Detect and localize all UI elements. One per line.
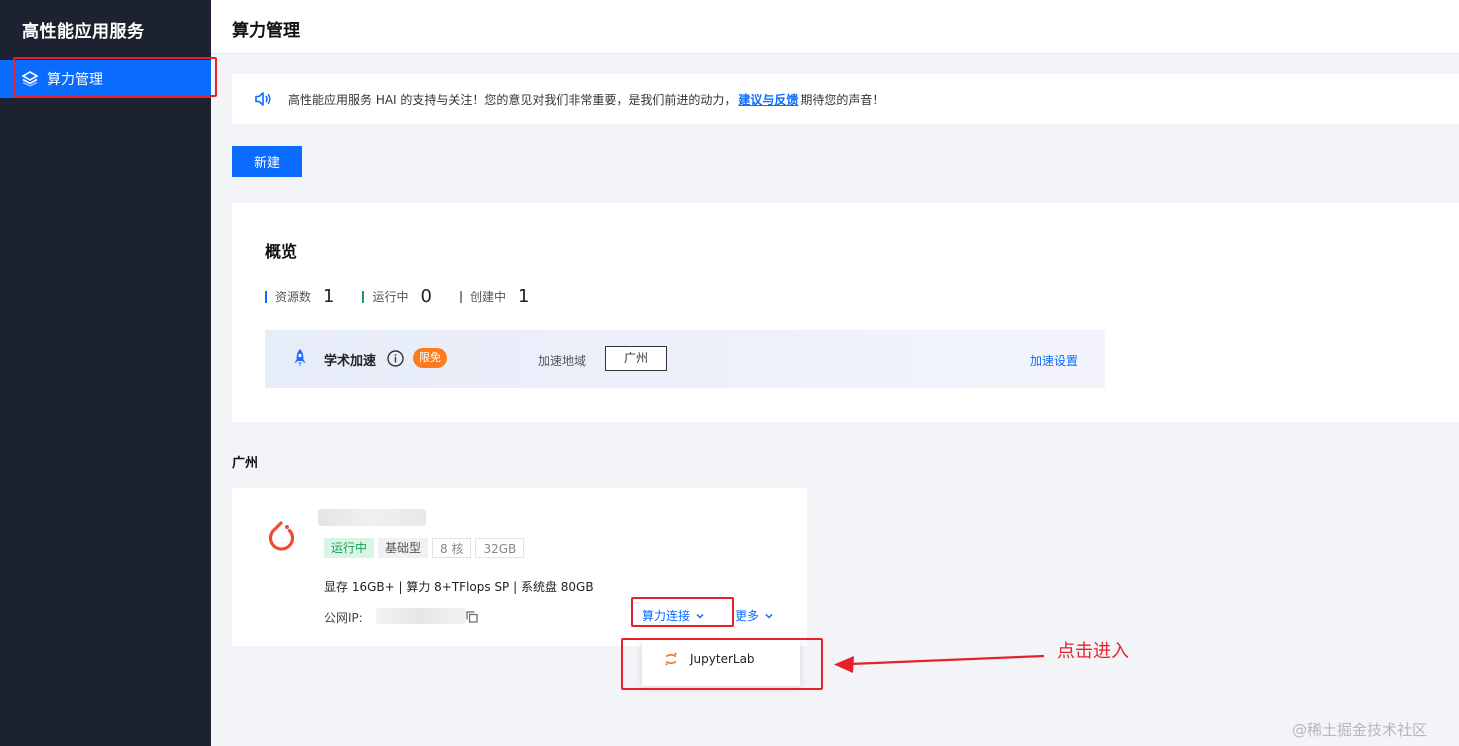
more-label: 更多	[735, 609, 760, 623]
layers-icon	[22, 71, 38, 87]
academic-acceleration-panel: 学术加速 限免 加速地域 广州 加速设置	[265, 330, 1105, 388]
sidebar-item-compute-management[interactable]: 算力管理	[0, 60, 211, 98]
page-header: 算力管理	[211, 0, 1459, 54]
stat-indicator	[362, 290, 365, 303]
page-title: 算力管理	[232, 21, 300, 41]
annotation-arrow-icon	[834, 654, 1045, 673]
sidebar-title: 高性能应用服务	[22, 22, 145, 42]
pytorch-icon	[268, 521, 295, 551]
stat-creating: 创建中 1	[459, 286, 530, 307]
public-ip-redacted	[376, 608, 466, 624]
stat-indicator	[459, 290, 462, 303]
menu-item-label: JupyterLab	[690, 652, 755, 666]
stat-label: 创建中	[469, 290, 506, 304]
free-badge: 限免	[413, 348, 447, 368]
chevron-down-icon	[696, 613, 704, 619]
cpu-badge: 8 核	[432, 538, 472, 558]
stats-row: 资源数 1 运行中 0 创建中 1	[265, 286, 557, 307]
notice-text-end: 期待您的声音！	[800, 92, 885, 107]
copy-icon[interactable]	[466, 611, 478, 623]
acceleration-title: 学术加速	[324, 354, 377, 369]
instance-card: 运行中 基础型 8 核 32GB 显存 16GB+ | 算力 8+TFlops …	[232, 488, 807, 646]
sidebar-item-label: 算力管理	[47, 72, 103, 88]
overview-card: 概览 资源数 1 运行中 0 创建中 1 学术加速 限免 加速地域 广州 加速设…	[232, 203, 1459, 422]
status-badge: 运行中	[324, 538, 375, 558]
rocket-icon	[294, 349, 306, 367]
feedback-link[interactable]: 建议与反馈	[738, 91, 798, 108]
overview-title: 概览	[265, 242, 298, 261]
stat-value: 0	[420, 286, 432, 307]
instance-tags: 运行中 基础型 8 核 32GB	[324, 538, 525, 558]
region-heading: 广州	[232, 456, 259, 471]
new-button[interactable]: 新建	[232, 146, 302, 177]
stat-value: 1	[517, 286, 530, 307]
acceleration-region-label: 加速地域	[538, 354, 587, 368]
notice-text: 高性能应用服务 HAI 的支持与关注！您的意见对我们非常重要，是我们前进的动力，	[288, 92, 737, 107]
acceleration-region-value: 广州	[605, 346, 667, 371]
stat-resources: 资源数 1	[265, 286, 334, 307]
stat-label: 运行中	[372, 290, 409, 304]
memory-badge: 32GB	[475, 538, 525, 558]
stat-indicator	[265, 290, 267, 303]
compute-connect-label: 算力连接	[642, 609, 691, 623]
annotation-text: 点击进入	[1057, 641, 1129, 662]
instance-name-redacted	[318, 509, 426, 526]
stat-value: 1	[323, 286, 335, 307]
stat-label: 资源数	[275, 290, 312, 304]
watermark: @稀土掘金技术社区	[1292, 721, 1428, 739]
speaker-icon	[254, 90, 272, 108]
connect-dropdown-menu: JupyterLab	[642, 640, 800, 686]
chevron-down-icon	[765, 613, 773, 619]
acceleration-settings-link[interactable]: 加速设置	[1030, 352, 1078, 369]
instance-specs: 显存 16GB+ | 算力 8+TFlops SP | 系统盘 80GB	[324, 580, 594, 594]
menu-item-jupyterlab[interactable]: JupyterLab	[642, 640, 800, 678]
notice-bar: 高性能应用服务 HAI 的支持与关注！您的意见对我们非常重要，是我们前进的动力，…	[232, 74, 1459, 124]
stat-running: 运行中 0	[362, 286, 432, 307]
sidebar: 高性能应用服务 算力管理	[0, 0, 211, 746]
info-icon[interactable]	[387, 350, 404, 367]
compute-connect-button[interactable]: 算力连接	[642, 607, 705, 624]
jupyter-icon	[665, 652, 677, 666]
more-button[interactable]: 更多	[735, 607, 774, 624]
type-badge: 基础型	[378, 538, 429, 558]
public-ip-label: 公网IP:	[324, 611, 363, 625]
